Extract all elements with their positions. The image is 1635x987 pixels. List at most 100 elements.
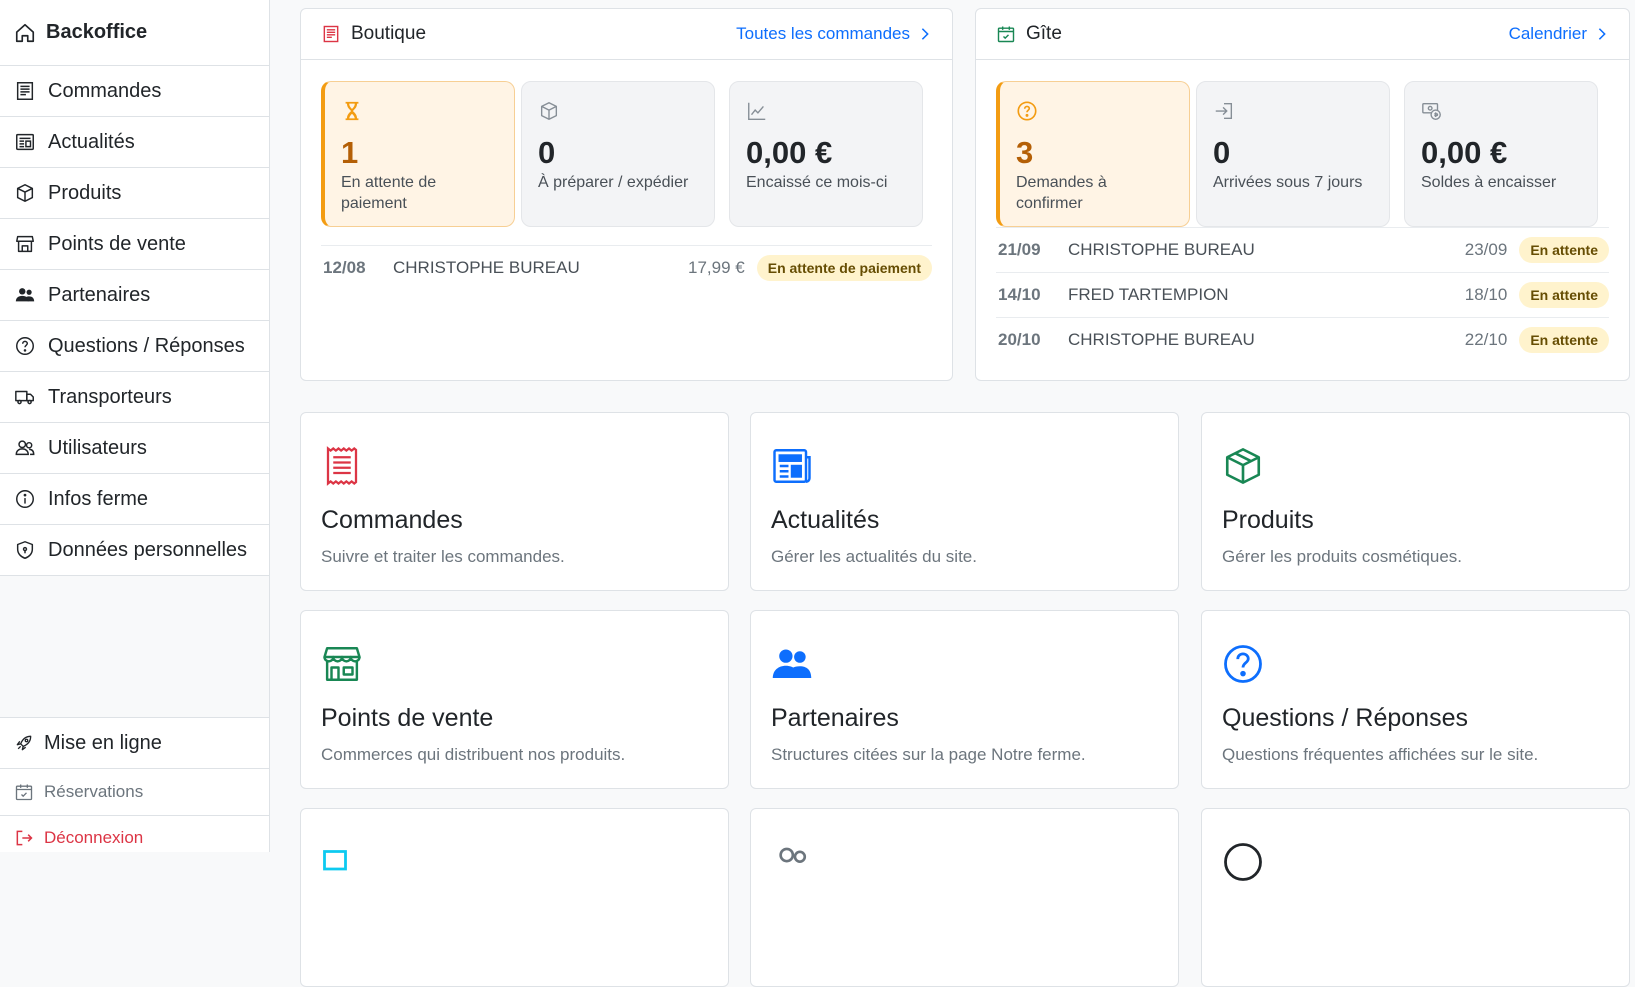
sidebar-item-actualites[interactable]: Actualités [0, 117, 269, 168]
reservations-label: Réservations [44, 782, 144, 801]
booking-row[interactable]: 20/10 CHRISTOPHE BUREAU 22/10 En attente [996, 317, 1609, 362]
stat-label: Arrivées sous 7 jours [1213, 174, 1363, 191]
card-title: Actualités [771, 506, 880, 534]
sidebar-item-transporteurs[interactable]: Transporteurs [0, 372, 269, 423]
card-description: Gérer les produits cosmétiques. [1222, 547, 1462, 566]
all-orders-link[interactable]: Toutes les commandes [736, 24, 932, 44]
card-transporteurs[interactable] [300, 808, 729, 987]
booking-end: 22/10 [1464, 330, 1508, 349]
card-produits[interactable]: Produits Gérer les produits cosmétiques. [1201, 412, 1630, 591]
sidebar-item-label: Points de vente [48, 232, 186, 255]
sidebar-item-partenaires[interactable]: Partenaires [0, 270, 269, 321]
sidebar-item-label: Questions / Réponses [48, 334, 245, 357]
brand-title: Backoffice [46, 21, 148, 43]
receipt-icon [326, 446, 358, 486]
boutique-panel: Boutique Toutes les commandes 1 En atten… [300, 8, 953, 381]
chart-icon [748, 102, 766, 120]
order-amount: 17,99 € [688, 258, 745, 277]
stat-to-prepare[interactable]: 0 À préparer / expédier [521, 81, 715, 227]
order-date: 12/08 [323, 258, 366, 277]
stat-arrivals[interactable]: 0 Arrivées sous 7 jours [1196, 81, 1390, 227]
card-title: Produits [1222, 506, 1314, 534]
booking-row[interactable]: 21/09 CHRISTOPHE BUREAU 23/09 En attente [996, 227, 1609, 272]
truck-icon [323, 850, 347, 871]
gite-panel: Gîte Calendrier 3 Demandes à confirmer 0… [975, 8, 1630, 381]
order-row[interactable]: 12/08 CHRISTOPHE BUREAU 17,99 € En atten… [321, 245, 932, 290]
stat-requests-to-confirm[interactable]: 3 Demandes à confirmer [996, 81, 1190, 227]
sidebar-item-label: Données personnelles [48, 538, 248, 561]
card-description: Questions fréquentes affichées sur le si… [1222, 745, 1539, 764]
card-title: Partenaires [771, 704, 899, 732]
card-partenaires[interactable]: Partenaires Structures citées sur la pag… [750, 610, 1179, 789]
rocket-icon [16, 735, 32, 751]
booking-guest: FRED TARTEMPION [1068, 285, 1229, 304]
stat-label: Encaissé ce mois-ci [746, 174, 888, 191]
sidebar-item-points-de-vente[interactable]: Points de vente [0, 219, 269, 270]
booking-start: 21/09 [998, 240, 1041, 259]
boutique-orders-list: 12/08 CHRISTOPHE BUREAU 17,99 € En atten… [321, 245, 932, 290]
reservations-link[interactable]: Réservations [0, 769, 269, 816]
sidebar-item-infos-ferme[interactable]: Infos ferme [0, 474, 269, 525]
stat-label: En attente de paiement [341, 174, 437, 212]
calendar-check-icon [997, 26, 1015, 43]
sidebar-item-utilisateurs[interactable]: Utilisateurs [0, 423, 269, 474]
chevron-right-icon [921, 28, 929, 40]
status-badge: En attente [1519, 327, 1609, 353]
stat-value: 0,00 € [1421, 135, 1508, 170]
sidebar-item-questions[interactable]: Questions / Réponses [0, 321, 269, 372]
sidebar-item-commandes[interactable]: Commandes [0, 66, 269, 117]
newspaper-icon [773, 449, 811, 483]
cash-icon [1422, 102, 1441, 120]
card-title: Questions / Réponses [1222, 704, 1468, 732]
calendar-label: Calendrier [1508, 24, 1587, 43]
card-title: Points de vente [321, 704, 494, 732]
question-circle-icon [1017, 101, 1037, 121]
users-icon [15, 440, 35, 456]
stat-balances[interactable]: 0,00 € Soldes à encaisser [1404, 81, 1598, 227]
logout-link[interactable]: Déconnexion [0, 816, 269, 852]
booking-start: 14/10 [998, 285, 1041, 304]
sidebar-item-label: Utilisateurs [48, 436, 147, 459]
booking-guest: CHRISTOPHE BUREAU [1068, 240, 1255, 259]
users-icon [779, 847, 807, 863]
brand-link[interactable]: Backoffice [0, 0, 269, 66]
sidebar-item-label: Commandes [48, 79, 162, 102]
order-customer: CHRISTOPHE BUREAU [393, 258, 580, 277]
booking-row[interactable]: 14/10 FRED TARTEMPION 18/10 En attente [996, 272, 1609, 317]
card-title: Commandes [321, 506, 463, 534]
stat-awaiting-payment[interactable]: 1 En attente de paiement [321, 81, 515, 227]
sidebar: Backoffice Commandes Actualités Produits… [0, 0, 270, 852]
sidebar-item-donnees-personnelles[interactable]: Données personnelles [0, 525, 269, 576]
calendar-link[interactable]: Calendrier [1509, 24, 1609, 44]
card-infos-ferme[interactable] [1201, 808, 1630, 987]
stat-value: 0 [538, 135, 556, 170]
receipt-icon [323, 25, 339, 43]
publish-button[interactable]: Mise en ligne [0, 718, 269, 769]
card-questions[interactable]: Questions / Réponses Questions fréquente… [1201, 610, 1630, 789]
sidebar-item-label: Partenaires [48, 283, 151, 306]
card-points-de-vente[interactable]: Points de vente Commerces qui distribuen… [300, 610, 729, 789]
card-description: Structures citées sur la page Notre ferm… [771, 745, 1086, 764]
card-utilisateurs[interactable] [750, 808, 1179, 987]
panel-title: Gîte [1026, 23, 1062, 44]
card-description: Suivre et traiter les commandes. [321, 547, 565, 566]
card-actualites[interactable]: Actualités Gérer les actualités du site. [750, 412, 1179, 591]
status-badge: En attente de paiement [756, 255, 932, 281]
stat-label: Soldes à encaisser [1421, 174, 1557, 191]
card-commandes[interactable]: Commandes Suivre et traiter les commande… [300, 412, 729, 591]
box-icon [540, 102, 558, 120]
stat-cashed-month[interactable]: 0,00 € Encaissé ce mois-ci [729, 81, 923, 227]
truck-icon [15, 390, 34, 405]
people-icon [772, 649, 812, 678]
sidebar-item-produits[interactable]: Produits [0, 168, 269, 219]
info-circle-icon [1224, 843, 1262, 881]
status-badge: En attente [1519, 237, 1609, 263]
receipt-icon [16, 82, 34, 100]
chevron-right-icon [1598, 28, 1606, 40]
logout-icon [16, 830, 33, 846]
hourglass-icon [345, 101, 359, 121]
card-description: Commerces qui distribuent nos produits. [321, 745, 626, 764]
question-circle-icon [1224, 645, 1262, 683]
booking-end: 18/10 [1464, 285, 1508, 304]
booking-start: 20/10 [998, 330, 1041, 349]
